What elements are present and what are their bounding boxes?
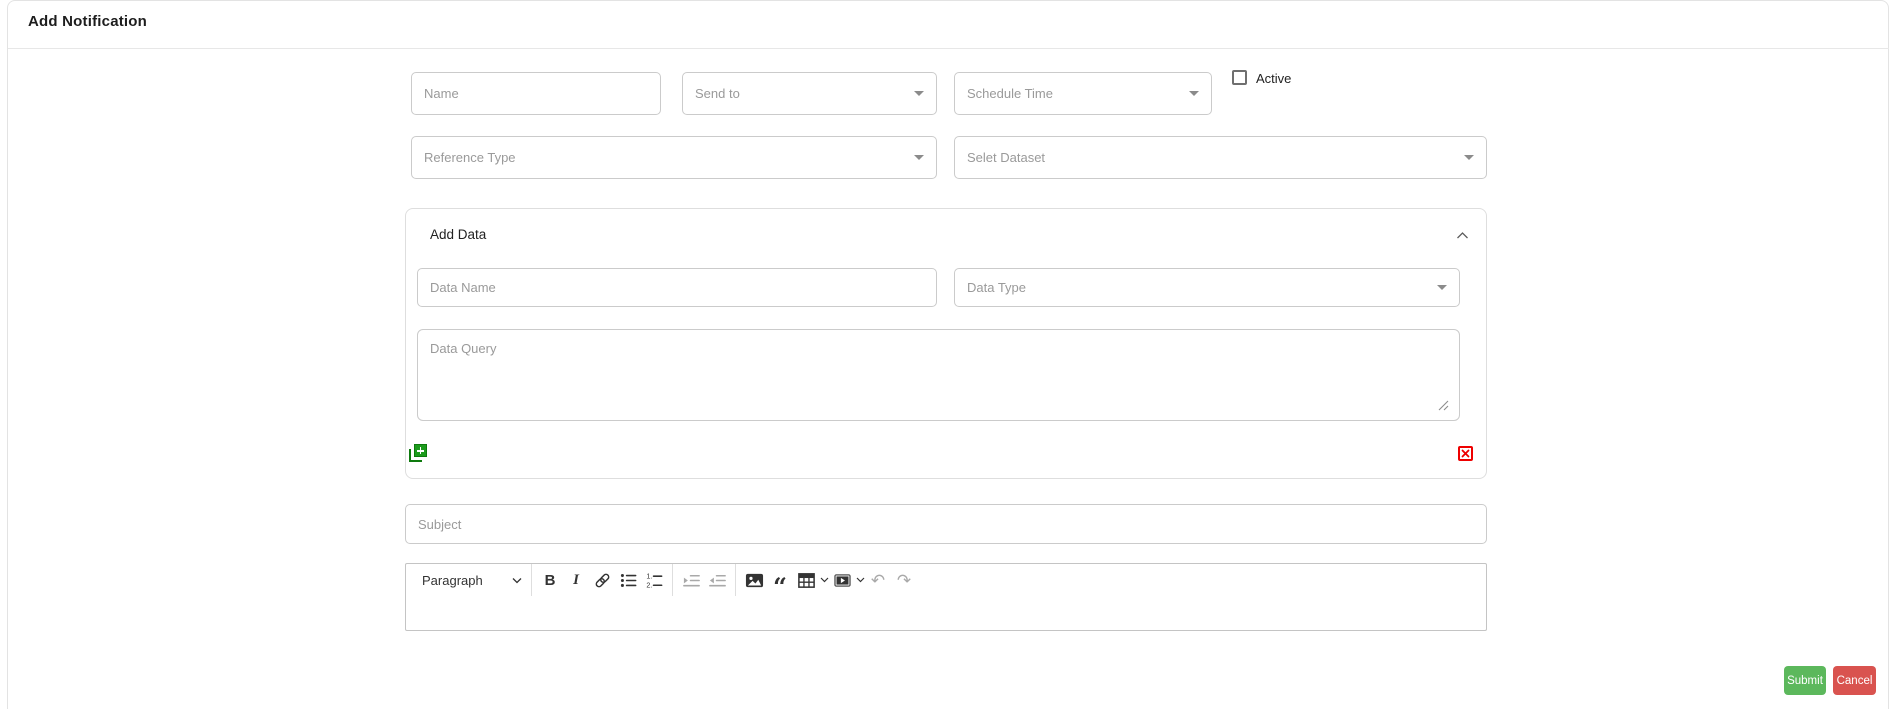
redo-button[interactable]: ↷ (891, 567, 917, 593)
redo-icon: ↷ (896, 570, 912, 590)
select-dataset-select[interactable]: Selet Dataset (954, 136, 1487, 179)
data-type-placeholder: Data Type (967, 280, 1027, 295)
add-data-row-button[interactable] (409, 444, 427, 462)
reference-type-placeholder: Reference Type (424, 150, 516, 165)
toolbar-separator (672, 564, 673, 596)
submit-button[interactable]: Submit (1784, 666, 1826, 695)
add-data-title: Add Data (430, 227, 487, 242)
chevron-down-icon[interactable] (820, 577, 829, 583)
send-to-select[interactable]: Send to (682, 72, 937, 115)
schedule-time-placeholder: Schedule Time (967, 86, 1053, 101)
page-title: Add Notification (28, 13, 148, 30)
close-square-icon (1461, 449, 1470, 458)
caret-down-icon (1189, 91, 1199, 96)
caret-down-icon (1464, 155, 1474, 160)
undo-icon: ↶ (870, 570, 886, 590)
indent-button[interactable] (678, 567, 704, 593)
editor-toolbar: Paragraph B I 1. 2. “ ↶ ↷ (405, 563, 1487, 601)
numbered-list-button[interactable]: 1. 2. (641, 567, 667, 593)
paragraph-dropdown[interactable]: Paragraph (415, 567, 526, 593)
caret-down-icon (1437, 285, 1447, 290)
block-quote-button[interactable]: “ (767, 567, 793, 601)
insert-media-button[interactable] (829, 567, 855, 593)
insert-table-group (793, 567, 829, 593)
remove-data-row-button[interactable] (1458, 446, 1473, 461)
link-icon (595, 573, 609, 587)
link-button[interactable] (589, 567, 615, 593)
header-divider (8, 48, 1889, 49)
bold-icon: B (544, 571, 556, 589)
select-dataset-placeholder: Selet Dataset (967, 150, 1046, 165)
bulleted-list-icon (620, 573, 636, 587)
toolbar-separator (735, 564, 736, 596)
toolbar-separator (531, 564, 532, 596)
active-label: Active (1256, 71, 1292, 86)
outdent-icon (708, 574, 726, 587)
paragraph-dropdown-label: Paragraph (422, 572, 483, 588)
data-type-select[interactable]: Data Type (954, 268, 1460, 307)
insert-image-button[interactable] (741, 567, 767, 593)
active-checkbox[interactable] (1232, 70, 1247, 85)
chevron-down-icon[interactable] (856, 577, 865, 583)
insert-media-group (829, 567, 865, 593)
data-name-input[interactable] (417, 268, 937, 307)
collapse-section-button[interactable] (1456, 227, 1469, 239)
schedule-time-select[interactable]: Schedule Time (954, 72, 1212, 115)
outdent-button[interactable] (704, 567, 730, 593)
plus-square-icon (414, 444, 427, 457)
send-to-placeholder: Send to (695, 86, 740, 101)
add-notification-page: Add Notification Send to Schedule Time A… (0, 0, 1892, 710)
bold-button[interactable]: B (537, 567, 563, 593)
caret-down-icon (914, 91, 924, 96)
block-quote-icon: “ (773, 572, 787, 601)
svg-text:2.: 2. (646, 581, 652, 589)
media-icon (833, 573, 851, 587)
numbered-list-icon: 1. 2. (646, 572, 662, 589)
reference-type-select[interactable]: Reference Type (411, 136, 937, 179)
table-icon (797, 572, 815, 588)
svg-text:1.: 1. (646, 572, 652, 580)
cancel-button[interactable]: Cancel (1833, 666, 1876, 695)
bulleted-list-button[interactable] (615, 567, 641, 593)
chevron-up-icon (1457, 232, 1468, 239)
data-query-textarea[interactable] (417, 329, 1460, 421)
italic-icon: I (573, 571, 579, 588)
chevron-down-icon (512, 577, 522, 583)
subject-input[interactable] (405, 504, 1487, 544)
indent-icon (682, 574, 700, 587)
insert-table-button[interactable] (793, 567, 819, 593)
caret-down-icon (914, 155, 924, 160)
name-input[interactable] (411, 72, 661, 115)
image-icon (745, 573, 763, 587)
editor-content[interactable] (405, 596, 1487, 631)
undo-button[interactable]: ↶ (865, 567, 891, 593)
italic-button[interactable]: I (563, 567, 589, 593)
